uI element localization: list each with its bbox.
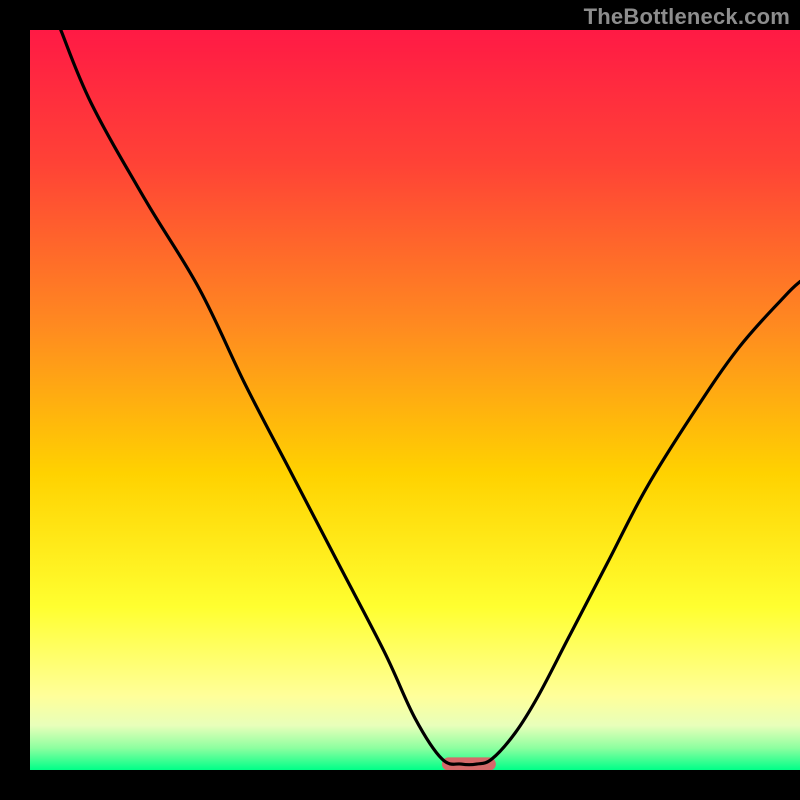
gradient-background — [30, 30, 800, 770]
watermark-text: TheBottleneck.com — [584, 4, 790, 30]
chart-container: TheBottleneck.com — [0, 0, 800, 800]
plot-area — [30, 30, 800, 770]
chart-svg — [30, 30, 800, 770]
